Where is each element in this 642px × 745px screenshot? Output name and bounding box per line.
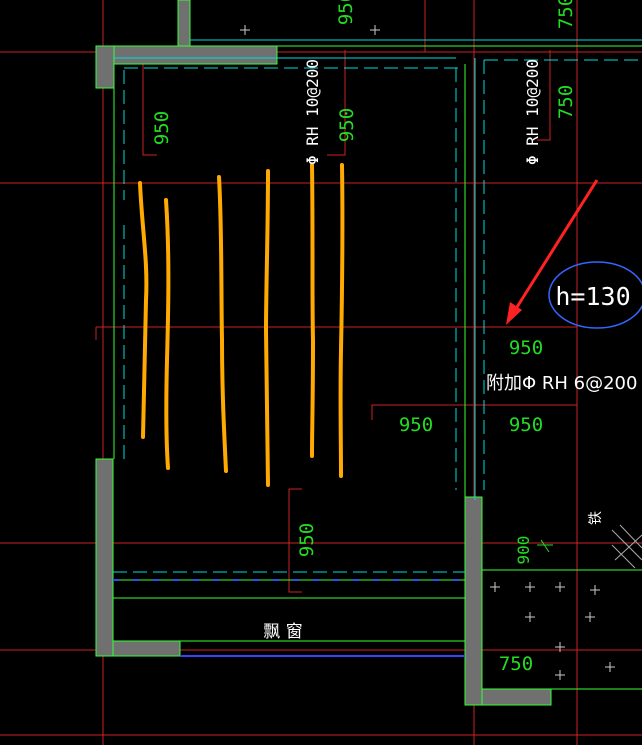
- dimension-center-horizontal: 950: [509, 337, 543, 359]
- walls: [95, 0, 552, 706]
- cad-drawing: 950 950 750 750 950 950 950 950 950 900 …: [0, 0, 642, 745]
- rebar-label-left: Φ RH 10@200: [303, 59, 322, 165]
- dimension-left-top: 950: [151, 111, 173, 145]
- dimension-top-center-fragment: 950: [335, 0, 357, 25]
- slab-boundary: [113, 59, 642, 573]
- thickness-annotation: h=130: [555, 282, 630, 311]
- dimension-vertical-lower: 950: [296, 523, 318, 557]
- dimension-right-top-upper: 750: [555, 0, 577, 29]
- right-hatch: [611, 524, 642, 569]
- dimension-mid-top: 950: [336, 108, 358, 142]
- dimension-bottom-left: 950: [399, 414, 433, 436]
- right-small-label: 铁: [588, 511, 604, 525]
- grid-crosses: [240, 25, 615, 680]
- tick-marks: [537, 539, 553, 553]
- wall-outlines: [113, 45, 642, 690]
- bay-window-label: 飘 窗: [263, 622, 302, 642]
- dimension-right-bottom: 750: [499, 653, 533, 675]
- highlight-strokes: [138, 163, 345, 487]
- dimension-bottom-mid: 950: [509, 414, 543, 436]
- rebar-label-right: Φ RH 10@200: [523, 59, 542, 165]
- dimension-right-top: 750: [555, 85, 577, 119]
- rebar-label-additional: 附加Φ RH 6@200: [486, 373, 637, 394]
- dimension-right-vertical: 900: [514, 536, 533, 565]
